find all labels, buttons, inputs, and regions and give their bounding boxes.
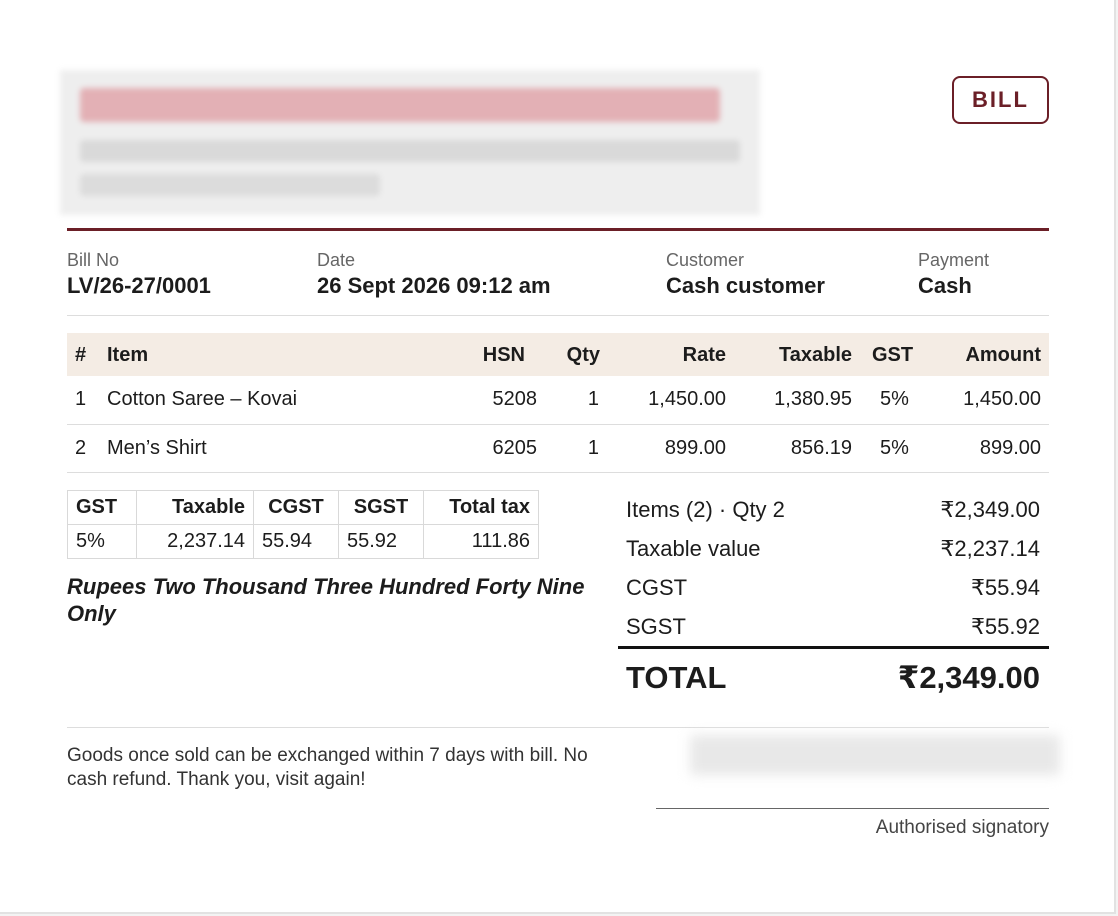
col-item-header: Item <box>107 344 149 366</box>
row-1-taxable: 1,380.95 <box>774 388 852 410</box>
gst-col-sgst: SGST <box>338 490 424 525</box>
total-value: ₹2,349.00 <box>897 660 1040 695</box>
gst-col-total-tax: Total tax <box>423 490 539 525</box>
footer-divider <box>67 727 1049 728</box>
bill-document: BILL Bill No LV/26-27/0001 Date 26 Sept … <box>0 0 1116 914</box>
date-value: 26 Sept 2026 09:12 am <box>317 273 551 298</box>
header-divider <box>67 228 1049 231</box>
row-1-no: 1 <box>75 388 87 410</box>
col-no-header: # <box>75 344 87 366</box>
col-gst-header: GST <box>872 344 914 366</box>
total-label: TOTAL <box>626 660 727 695</box>
grand-total: TOTAL ₹2,349.00 <box>626 660 1040 696</box>
row-2-hsn: 6205 <box>492 437 538 459</box>
gst-col-taxable: Taxable <box>136 490 254 525</box>
row-1-amount: 1,450.00 <box>963 388 1041 410</box>
gst-rate-cell: 5% <box>67 524 137 559</box>
bill-no-label: Bill No <box>67 250 120 270</box>
row-2-taxable: 856.19 <box>790 437 852 459</box>
bill-no-value: LV/26-27/0001 <box>67 273 211 298</box>
row-1-qty: 1 <box>587 388 599 410</box>
bill-no-block: Bill No LV/26-27/0001 <box>67 250 211 299</box>
row-2-qty: 1 <box>587 437 599 459</box>
row-1-hsn: 5208 <box>492 388 538 410</box>
summary-cgst-label: CGST <box>626 575 688 600</box>
row-1-item: Cotton Saree – Kovai <box>107 388 298 410</box>
gst-total-tax-cell: 111.86 <box>423 524 539 559</box>
redacted-store-header <box>60 70 760 215</box>
gst-taxable-cell: 2,237.14 <box>136 524 254 559</box>
summary-taxable-value: ₹2,237.14 <box>940 536 1040 561</box>
summary-items: Items (2) · Qty 2 ₹2,349.00 <box>626 497 1040 523</box>
summary-taxable: Taxable value ₹2,237.14 <box>626 536 1040 562</box>
row-2-amount: 899.00 <box>979 437 1041 459</box>
row-2-no: 2 <box>75 437 87 459</box>
gst-col-rate: GST <box>67 490 137 525</box>
date-block: Date 26 Sept 2026 09:12 am <box>317 250 551 299</box>
summary-items-value: ₹2,349.00 <box>940 497 1040 522</box>
amount-in-words: Rupees Two Thousand Three Hundred Forty … <box>67 574 585 626</box>
summary-cgst-value: ₹55.94 <box>970 575 1040 600</box>
row-2-item: Men’s Shirt <box>107 437 207 459</box>
signature-label: Authorised signatory <box>875 817 1049 838</box>
redacted-signature <box>690 735 1060 775</box>
col-hsn-header: HSN <box>482 344 525 366</box>
row-2-rate: 899.00 <box>664 437 726 459</box>
summary-items-label: Items (2) · Qty 2 <box>626 497 785 522</box>
col-taxable-header: Taxable <box>779 344 852 366</box>
payment-block: Payment Cash <box>918 250 989 299</box>
gst-sgst-cell: 55.92 <box>338 524 424 559</box>
gst-summary-row: 5% 2,237.14 55.94 55.92 111.86 <box>67 524 539 559</box>
summary-sgst: SGST ₹55.92 <box>626 614 1040 640</box>
payment-value: Cash <box>918 273 972 298</box>
row-divider <box>67 472 1049 473</box>
total-divider <box>618 646 1049 649</box>
summary-cgst: CGST ₹55.94 <box>626 575 1040 601</box>
gst-cgst-cell: 55.94 <box>253 524 339 559</box>
gst-summary-header-row: GST Taxable CGST SGST Total tax <box>67 490 539 525</box>
col-qty-header: Qty <box>566 344 600 366</box>
footer-note: Goods once sold can be exchanged within … <box>67 745 588 790</box>
row-2-gst: 5% <box>880 437 909 459</box>
row-divider <box>67 424 1049 425</box>
customer-block: Customer Cash customer <box>666 250 825 299</box>
row-1-gst: 5% <box>880 388 909 410</box>
row-1-rate: 1,450.00 <box>648 388 726 410</box>
signature-line <box>656 808 1049 809</box>
col-amount-header: Amount <box>965 344 1041 366</box>
customer-value: Cash customer <box>666 273 825 298</box>
summary-taxable-label: Taxable value <box>626 536 761 561</box>
bill-badge: BILL <box>952 76 1049 124</box>
summary-sgst-value: ₹55.92 <box>970 614 1040 639</box>
gst-summary-table: GST Taxable CGST SGST Total tax 5% 2,237… <box>67 490 539 559</box>
date-label: Date <box>317 250 356 270</box>
customer-label: Customer <box>666 250 745 270</box>
payment-label: Payment <box>918 250 990 270</box>
gst-col-cgst: CGST <box>253 490 339 525</box>
summary-sgst-label: SGST <box>626 614 686 639</box>
col-rate-header: Rate <box>682 344 726 366</box>
meta-divider <box>67 315 1049 316</box>
